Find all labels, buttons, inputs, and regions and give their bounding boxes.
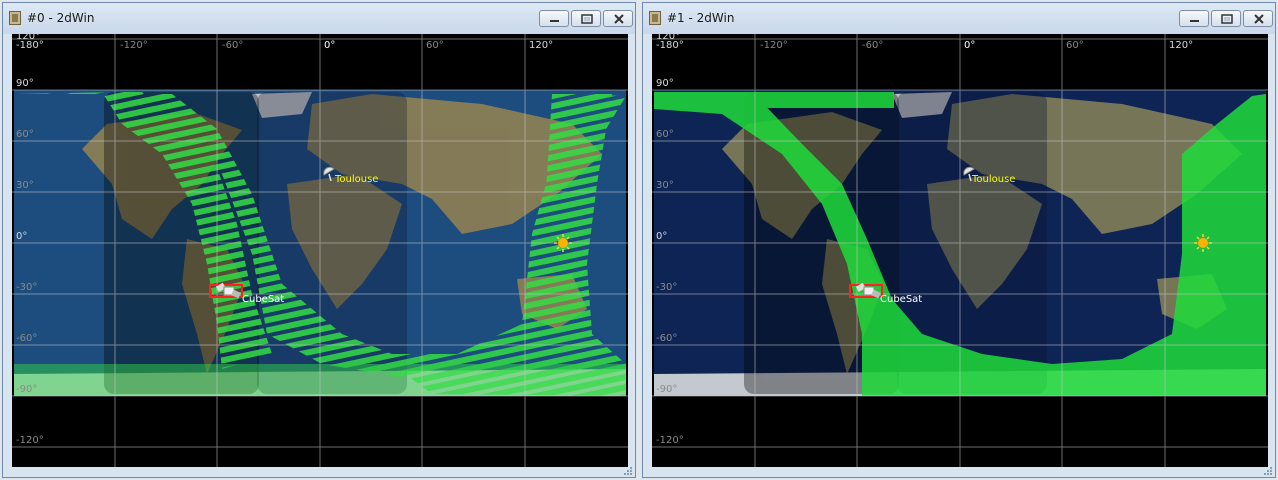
maximize-icon	[1221, 14, 1233, 24]
close-button[interactable]	[603, 10, 633, 27]
close-icon	[1254, 14, 1264, 24]
world-map	[652, 34, 1268, 469]
resize-grip-icon[interactable]	[1264, 467, 1272, 475]
minimize-button[interactable]	[539, 10, 569, 27]
lon-label: 0°	[324, 40, 336, 51]
lat-label: 30°	[656, 180, 674, 191]
ground-station-label: Toulouse	[335, 174, 379, 185]
lon-label: 0°	[964, 40, 976, 51]
ground-station-label: Toulouse	[972, 174, 1016, 185]
app-icon	[649, 11, 661, 25]
close-button[interactable]	[1243, 10, 1273, 27]
lon-label: 120°	[529, 40, 554, 51]
maximize-button[interactable]	[571, 10, 601, 27]
map-window-1[interactable]: #1 - 2dWin -180° -120° -60° 0° 60° 120° …	[642, 2, 1276, 478]
satellite-label: CubeSat	[242, 294, 285, 305]
map-view[interactable]: -180° -120° -60° 0° 60° 120° 120° 90° 60…	[12, 34, 628, 469]
map-view[interactable]: -180° -120° -60° 0° 60° 120° 120° 90° 60…	[652, 34, 1268, 469]
lat-label: 90°	[656, 78, 674, 89]
maximize-button[interactable]	[1211, 10, 1241, 27]
window-title: #0 - 2dWin	[27, 11, 95, 25]
lat-label: 30°	[16, 180, 34, 191]
lat-label: 120°	[656, 34, 681, 42]
close-icon	[614, 14, 624, 24]
lon-label: 60°	[426, 40, 444, 51]
world-map	[12, 34, 628, 469]
lat-label: -120°	[656, 435, 684, 446]
lat-label: -90°	[656, 384, 678, 395]
minimize-icon	[550, 20, 559, 22]
lat-label: -60°	[16, 333, 38, 344]
status-bar	[3, 467, 635, 477]
lon-label: -120°	[760, 40, 788, 51]
window-titlebar[interactable]: #1 - 2dWin	[643, 3, 1275, 34]
window-title: #1 - 2dWin	[667, 11, 735, 25]
status-bar	[643, 467, 1275, 477]
lat-label: 0°	[656, 231, 668, 242]
window-titlebar[interactable]: #0 - 2dWin	[3, 3, 635, 34]
lat-label: -30°	[16, 282, 38, 293]
lon-label: -60°	[222, 40, 244, 51]
lat-label: 60°	[656, 129, 674, 140]
lat-label: -90°	[16, 384, 38, 395]
lat-label: 0°	[16, 231, 28, 242]
lon-label: 60°	[1066, 40, 1084, 51]
maximize-icon	[581, 14, 593, 24]
lon-label: -120°	[120, 40, 148, 51]
minimize-button[interactable]	[1179, 10, 1209, 27]
satellite-label: CubeSat	[880, 294, 923, 305]
lon-label: 120°	[1169, 40, 1194, 51]
lon-label: -60°	[862, 40, 884, 51]
lat-label: -60°	[656, 333, 678, 344]
lat-label: 90°	[16, 78, 34, 89]
lat-label: -120°	[16, 435, 44, 446]
resize-grip-icon[interactable]	[624, 467, 632, 475]
lat-label: 60°	[16, 129, 34, 140]
lat-label: 120°	[16, 34, 41, 42]
lat-label: -30°	[656, 282, 678, 293]
app-icon	[9, 11, 21, 25]
map-window-0[interactable]: #0 - 2dWin -180° -120° -60° 0° 60° 120° …	[2, 2, 636, 478]
minimize-icon	[1190, 20, 1199, 22]
